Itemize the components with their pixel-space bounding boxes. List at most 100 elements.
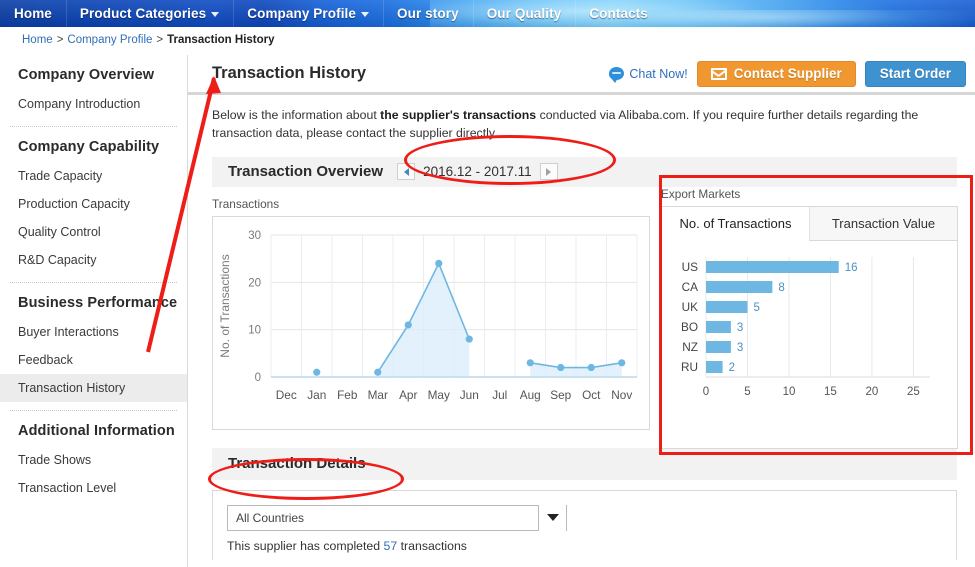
bar-category-label: NZ: [682, 340, 698, 354]
bar-category-label: UK: [682, 300, 699, 314]
nav-item-label: Our story: [397, 6, 459, 21]
breadcrumb: Home > Company Profile > Transaction His…: [22, 34, 275, 46]
nav-item-home[interactable]: Home: [0, 0, 66, 27]
sidebar-item-quality-control[interactable]: Quality Control: [0, 218, 187, 246]
x-axis-tick-label: 25: [907, 386, 920, 398]
page-title: Transaction History: [212, 64, 366, 83]
intro-part1: Below is the information about: [212, 108, 380, 122]
bar[interactable]: [706, 361, 723, 373]
bar-value-label: 8: [778, 282, 784, 294]
transaction-overview-section-bar: Transaction Overview 2016.12 - 2017.11: [212, 157, 957, 187]
country-filter-select[interactable]: All Countries: [227, 505, 567, 531]
sidebar-item-transaction-level[interactable]: Transaction Level: [0, 474, 187, 502]
data-point[interactable]: [557, 364, 564, 371]
sidebar-item-company-introduction[interactable]: Company Introduction: [0, 90, 187, 118]
sidebar-item-transaction-history[interactable]: Transaction History: [0, 374, 187, 402]
bar[interactable]: [706, 281, 772, 293]
transaction-details-section-bar: Transaction Details: [212, 448, 957, 480]
chat-now-button[interactable]: Chat Now!: [609, 67, 687, 81]
chevron-down-icon: [211, 12, 219, 17]
page-root: Home Product Categories Company Profile Our…: [0, 0, 975, 567]
bar[interactable]: [706, 321, 731, 333]
x-axis-tick-label: Feb: [337, 388, 358, 402]
contact-supplier-label: Contact Supplier: [734, 66, 842, 81]
sidebar-item-trade-capacity[interactable]: Trade Capacity: [0, 162, 187, 190]
data-point[interactable]: [618, 359, 625, 366]
nav-item-label: Product Categories: [80, 6, 206, 21]
x-axis-tick-label: Sep: [550, 388, 571, 402]
transactions-area-chart[interactable]: 0102030No. of TransactionsDecJanFebMarAp…: [213, 217, 649, 429]
country-filter-value: All Countries: [236, 511, 304, 525]
breadcrumb-home[interactable]: Home: [22, 34, 53, 46]
data-point[interactable]: [435, 259, 442, 266]
page-header: Transaction History Chat Now! Contact Su…: [188, 55, 975, 95]
transactions-chart-box: 0102030No. of TransactionsDecJanFebMarAp…: [212, 216, 650, 430]
nav-item-contacts[interactable]: Contacts: [575, 0, 662, 27]
data-point[interactable]: [313, 368, 320, 375]
nav-item-list: Home Product Categories Company Profile Our…: [0, 0, 975, 27]
chevron-down-icon: [547, 514, 559, 521]
y-axis-tick-label: 10: [248, 324, 261, 336]
data-point[interactable]: [527, 359, 534, 366]
bar-value-label: 5: [753, 302, 759, 314]
bar[interactable]: [706, 261, 839, 273]
contact-supplier-button[interactable]: Contact Supplier: [697, 61, 856, 87]
sidebar-item-trade-shows[interactable]: Trade Shows: [0, 446, 187, 474]
sidebar-item-buyer-interactions[interactable]: Buyer Interactions: [0, 318, 187, 346]
completed-prefix: This supplier has completed: [227, 539, 384, 553]
x-axis-tick-label: Jan: [307, 388, 326, 402]
data-point[interactable]: [374, 368, 381, 375]
x-axis-tick-label: Aug: [520, 388, 541, 402]
y-axis-tick-label: 30: [248, 230, 261, 242]
x-axis-tick-label: Jul: [492, 388, 507, 402]
sidebar-group-title: Company Overview: [0, 55, 187, 90]
top-navigation-bar: Home Product Categories Company Profile Our…: [0, 0, 975, 27]
sidebar-item-production-capacity[interactable]: Production Capacity: [0, 190, 187, 218]
bar-category-label: RU: [681, 360, 698, 374]
sidebar-item-r-d-capacity[interactable]: R&D Capacity: [0, 246, 187, 274]
nav-item-product-categories[interactable]: Product Categories: [66, 0, 233, 27]
start-order-label: Start Order: [880, 66, 951, 81]
y-axis-title: No. of Transactions: [218, 254, 232, 357]
transaction-details-title: Transaction Details: [228, 455, 366, 472]
tab-transaction-value[interactable]: Transaction Value: [809, 207, 957, 241]
chevron-down-icon: [361, 12, 369, 17]
data-point[interactable]: [588, 364, 595, 371]
completed-count: 57: [384, 539, 398, 553]
triangle-left-icon: [404, 168, 409, 176]
bar-value-label: 3: [737, 342, 743, 354]
start-order-button[interactable]: Start Order: [865, 61, 966, 87]
transactions-chart-caption: Transactions: [212, 197, 650, 216]
transactions-chart-column: Transactions 0102030No. of TransactionsD…: [212, 197, 650, 430]
x-axis-tick-label: 0: [703, 386, 709, 398]
range-prev-button[interactable]: [397, 163, 415, 180]
bar[interactable]: [706, 341, 731, 353]
header-actions: Chat Now! Contact Supplier Start Order: [609, 61, 969, 87]
nav-item-label: Contacts: [589, 6, 648, 21]
bar[interactable]: [706, 301, 747, 313]
export-markets-column: Export Markets No. of TransactionsTransa…: [661, 187, 958, 449]
nav-item-our-quality[interactable]: Our Quality: [473, 0, 576, 27]
x-axis-tick-label: 5: [744, 386, 750, 398]
select-arrow-cell[interactable]: [538, 505, 566, 531]
breadcrumb-current: Transaction History: [167, 34, 274, 46]
range-next-button[interactable]: [540, 163, 558, 180]
date-range-control: 2016.12 - 2017.11: [397, 163, 558, 180]
nav-item-label: Our Quality: [487, 6, 562, 21]
export-markets-bar-chart[interactable]: 0510152025US16CA8UK5BO3NZ3RU2: [662, 241, 957, 446]
sidebar-item-feedback[interactable]: Feedback: [0, 346, 187, 374]
nav-item-company-profile[interactable]: Company Profile: [233, 0, 383, 27]
tab-no-of-transactions[interactable]: No. of Transactions: [662, 207, 809, 241]
sidebar-group-title: Company Capability: [0, 127, 187, 162]
data-point[interactable]: [466, 335, 473, 342]
triangle-right-icon: [546, 168, 551, 176]
breadcrumb-separator: >: [57, 34, 64, 46]
x-axis-tick-label: Mar: [368, 388, 388, 402]
x-axis-tick-label: 10: [783, 386, 796, 398]
x-axis-tick-label: Dec: [276, 388, 297, 402]
data-point[interactable]: [405, 321, 412, 328]
bar-category-label: CA: [682, 280, 699, 294]
nav-item-our-story[interactable]: Our story: [383, 0, 473, 27]
breadcrumb-company-profile[interactable]: Company Profile: [67, 34, 152, 46]
x-axis-tick-label: 20: [866, 386, 879, 398]
